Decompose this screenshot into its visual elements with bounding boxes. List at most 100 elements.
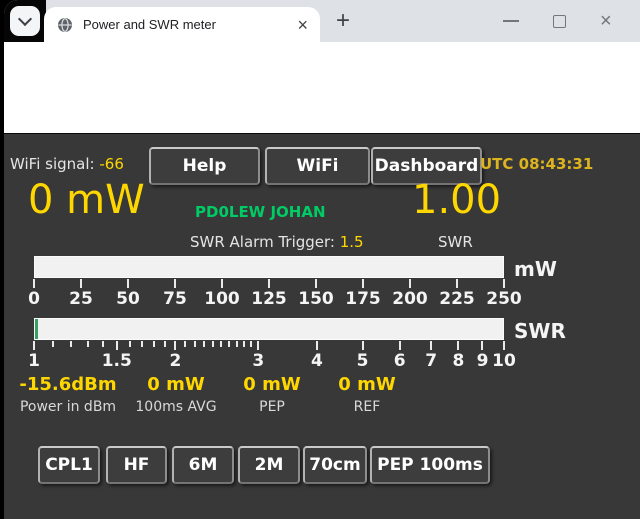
scale-minor-tick — [52, 341, 54, 347]
scale-tick-label: 100 — [204, 289, 240, 309]
scale-tick — [456, 279, 458, 288]
scale-tick — [116, 341, 118, 350]
scale-tick — [174, 341, 176, 350]
scale-tick — [268, 279, 270, 288]
wifi-button[interactable]: WiFi — [265, 147, 370, 185]
wifi-signal: WiFi signal: -66 — [10, 155, 124, 173]
scale-minor-tick — [184, 341, 186, 347]
maximize-icon[interactable] — [553, 15, 566, 28]
chevron-down-icon — [18, 12, 32, 26]
utc-clock: UTC 08:43:31 — [480, 155, 593, 173]
scale-minor-tick — [194, 341, 196, 347]
scale-tick-label: 150 — [298, 289, 334, 309]
tab-search-button[interactable] — [10, 6, 40, 36]
wifi-signal-value: -66 — [99, 155, 124, 173]
scale-tick — [33, 341, 35, 350]
scale-minor-tick — [236, 341, 238, 347]
readout-label: REF — [354, 399, 381, 415]
scale-minor-tick — [220, 341, 222, 347]
scale-tick — [409, 279, 411, 288]
scale-tick — [174, 279, 176, 288]
scale-tick-label: 2 — [170, 351, 182, 371]
window-close-icon[interactable]: × — [600, 9, 612, 33]
scale-minor-tick — [141, 341, 143, 347]
scale-tick-label: 7 — [425, 351, 437, 371]
minimize-icon[interactable] — [503, 20, 519, 22]
6m-button[interactable]: 6M — [172, 446, 234, 484]
help-button[interactable]: Help — [149, 147, 260, 185]
scale-tick — [33, 279, 35, 288]
scale-tick — [457, 341, 459, 350]
browser-tab[interactable]: Power and SWR meter × — [44, 7, 320, 42]
readout-value: -15.6dBm — [19, 374, 116, 395]
scale-tick — [362, 279, 364, 288]
wifi-signal-label: WiFi signal: — [10, 155, 95, 173]
tab-strip: Power and SWR meter × + × — [4, 0, 640, 42]
scale-minor-tick — [129, 341, 131, 347]
scale-tick — [503, 341, 505, 350]
scale-tick-label: 250 — [486, 289, 522, 309]
scale-minor-tick — [212, 341, 214, 347]
swr-alarm-value: 1.5 — [340, 233, 364, 251]
pep-100ms-button[interactable]: PEP 100ms — [370, 446, 490, 484]
power-swr-meter-page: WiFi signal: -66 HelpWiFiDashboard UTC 0… — [4, 133, 640, 519]
new-tab-button[interactable]: + — [328, 6, 358, 36]
scale-tick-label: 6 — [394, 351, 406, 371]
scale-tick-label: 0 — [28, 289, 40, 309]
callsign: PD0LEW JOHAN — [195, 203, 326, 221]
swr-caption: SWR — [438, 233, 473, 251]
scale-minor-tick — [87, 341, 89, 347]
power-value-display: 0 mW — [28, 178, 145, 222]
scale-tick-label: 9 — [477, 351, 489, 371]
scale-tick — [481, 341, 483, 350]
swr-value-display: 1.00 — [412, 178, 501, 222]
2m-button[interactable]: 2M — [238, 446, 300, 484]
swr-meter-unit: SWR — [514, 319, 566, 343]
scale-tick — [127, 279, 129, 288]
70cm-button[interactable]: 70cm — [303, 446, 367, 484]
bookmarks-bar: Apps Power and SWR me... — [4, 96, 640, 134]
scale-tick — [257, 341, 259, 350]
globe-icon — [57, 17, 73, 33]
scale-tick-label: 1.5 — [102, 351, 132, 371]
scale-minor-tick — [203, 341, 205, 347]
scale-tick-label: 5 — [357, 351, 369, 371]
browser-window: Power and SWR meter × + × ← → ↻ ⚠ Not se… — [0, 0, 640, 519]
scale-tick-label: 50 — [116, 289, 140, 309]
scale-tick — [503, 279, 505, 288]
tab-title: Power and SWR meter — [83, 17, 291, 32]
scale-minor-tick — [153, 341, 155, 347]
scale-tick-label: 125 — [251, 289, 287, 309]
readout-label: 100ms AVG — [135, 399, 216, 415]
scale-tick-label: 75 — [163, 289, 187, 309]
scale-minor-tick — [228, 341, 230, 347]
scale-minor-tick — [164, 341, 166, 347]
scale-minor-tick — [102, 341, 104, 347]
swr-meter-bar — [34, 318, 504, 340]
scale-tick-label: 10 — [492, 351, 516, 371]
scale-tick — [430, 341, 432, 350]
scale-tick — [362, 341, 364, 350]
scale-tick-label: 3 — [252, 351, 264, 371]
tab-close-icon[interactable]: × — [297, 16, 308, 34]
scale-tick-label: 200 — [392, 289, 428, 309]
readout-label: PEP — [259, 399, 285, 415]
swr-alarm-label: SWR Alarm Trigger: — [190, 233, 335, 251]
swr-alarm-trigger: SWR Alarm Trigger: 1.5 — [190, 233, 364, 251]
cpl1-button[interactable]: CPL1 — [38, 446, 100, 484]
readout-value: 0 mW — [243, 374, 300, 395]
swr-meter-fill — [35, 319, 38, 339]
readout-value: 0 mW — [338, 374, 395, 395]
power-meter-bar — [34, 256, 504, 278]
scale-minor-tick — [70, 341, 72, 347]
scale-minor-tick — [243, 341, 245, 347]
scale-tick — [80, 279, 82, 288]
scale-tick-label: 175 — [345, 289, 381, 309]
hf-button[interactable]: HF — [106, 446, 167, 484]
scale-tick-label: 1 — [28, 351, 40, 371]
power-meter-unit: mW — [514, 257, 557, 281]
scale-tick — [315, 279, 317, 288]
scale-tick-label: 8 — [453, 351, 465, 371]
readout-value: 0 mW — [147, 374, 204, 395]
scale-tick-label: 225 — [439, 289, 475, 309]
